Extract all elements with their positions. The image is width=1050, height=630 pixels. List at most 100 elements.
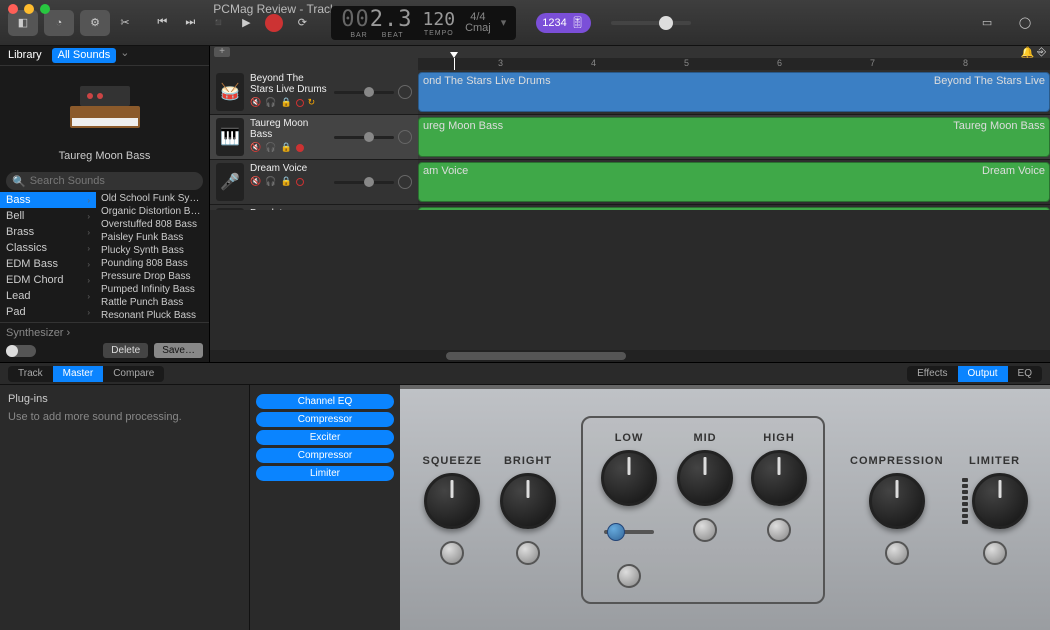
track-pan-knob[interactable] <box>398 130 412 144</box>
record-enable[interactable] <box>296 144 304 152</box>
tab-compare[interactable]: Compare <box>103 366 164 382</box>
horizontal-scrollbar[interactable] <box>418 350 1050 362</box>
category-item[interactable]: EDM Chord› <box>0 272 96 288</box>
track-row[interactable]: 🎹 Taureg Moon Bass 🔇 🎧 🔒 ureg Moon Bass <box>210 115 1050 160</box>
category-item[interactable]: Bass› <box>0 192 96 208</box>
tab-master[interactable]: Master <box>53 366 104 382</box>
eq-knob[interactable] <box>500 473 556 529</box>
sound-item[interactable]: Organic Distortion Bass <box>96 205 209 218</box>
breadcrumb[interactable]: Synthesizer › <box>6 327 203 339</box>
sounds-list[interactable]: Old School Funk Synth B…Organic Distorti… <box>96 192 209 322</box>
category-item[interactable]: EDM Bass› <box>0 256 96 272</box>
eq-bypass-switch[interactable] <box>440 541 464 565</box>
eq-knob[interactable] <box>972 473 1028 529</box>
mute-button[interactable]: 🔇 <box>250 97 261 108</box>
record-button[interactable] <box>265 14 283 32</box>
track-volume-slider[interactable] <box>334 181 394 184</box>
track-pan-knob[interactable] <box>398 175 412 189</box>
library-tab[interactable]: Library <box>0 46 50 65</box>
eq-knob[interactable] <box>751 450 807 506</box>
eq-knob[interactable] <box>677 450 733 506</box>
mute-button[interactable]: 🔇 <box>250 176 261 187</box>
sound-item[interactable]: Old School Funk Synth B… <box>96 192 209 205</box>
lock-button[interactable]: 🔒 <box>280 97 291 108</box>
eq-bypass-switch[interactable] <box>693 518 717 542</box>
track-pan-knob[interactable] <box>398 85 412 99</box>
category-item[interactable]: Bell› <box>0 208 96 224</box>
sound-item[interactable]: Pressure Drop Bass <box>96 270 209 283</box>
tab-eq[interactable]: EQ <box>1008 366 1042 382</box>
headphone-button[interactable]: 🎧 <box>265 176 276 187</box>
stop-button[interactable]: ◾ <box>209 14 227 32</box>
tab-effects[interactable]: Effects <box>907 366 957 382</box>
sound-item[interactable]: Paisley Funk Bass <box>96 231 209 244</box>
region[interactable]: ond The Stars Live Drums Beyond The Star… <box>418 72 1050 112</box>
compare-toggle[interactable] <box>6 345 36 357</box>
play-button[interactable]: ▶ <box>237 14 255 32</box>
plugin-slot[interactable]: Channel EQ <box>256 394 394 409</box>
tab-track[interactable]: Track <box>8 366 53 382</box>
eq-knob[interactable] <box>601 450 657 506</box>
automation-icon[interactable]: ⎆ <box>1037 46 1046 59</box>
smart-controls-button[interactable]: ⚙ <box>80 10 110 36</box>
sound-item[interactable]: Pumped Infinity Bass <box>96 283 209 296</box>
headphone-button[interactable]: 🎧 <box>265 97 276 108</box>
record-enable[interactable] <box>296 178 304 186</box>
eq-slider[interactable] <box>599 512 659 552</box>
sound-item[interactable]: Plucky Synth Bass <box>96 244 209 257</box>
track-row[interactable]: 🎤 Dream Voice 🔇 🎧 🔒 am Voice Dream Voic <box>210 160 1050 205</box>
window-traffic-lights[interactable] <box>8 4 50 14</box>
forward-button[interactable]: ⏭ <box>181 14 199 32</box>
category-list[interactable]: Bass›Bell›Brass›Classics›EDM Bass›EDM Ch… <box>0 192 96 322</box>
lcd-display[interactable]: 002.3 BARBEAT 120 TEMPO 4/4 Cmaj ▾ <box>331 6 516 40</box>
delete-button[interactable]: Delete <box>103 343 148 358</box>
inspector-tabs[interactable]: TrackMasterCompare <box>8 366 164 382</box>
plugin-slot[interactable]: Compressor <box>256 412 394 427</box>
eq-bypass-switch[interactable] <box>516 541 540 565</box>
horn-icon[interactable]: 🔔 <box>1020 46 1034 59</box>
lock-button[interactable]: 🔒 <box>280 142 291 153</box>
sound-item[interactable]: Pounding 808 Bass <box>96 257 209 270</box>
search-input[interactable]: 🔍 Search Sounds <box>6 172 203 190</box>
sound-item[interactable]: Resonant Pluck Bass <box>96 309 209 322</box>
region[interactable]: plets Droplets <box>418 207 1050 210</box>
save-button[interactable]: Save… <box>154 343 203 358</box>
plugin-slot[interactable]: Compressor <box>256 448 394 463</box>
eq-bypass-switch[interactable] <box>983 541 1007 565</box>
plugin-slot[interactable]: Limiter <box>256 466 394 481</box>
sound-item[interactable]: Overstuffed 808 Bass <box>96 218 209 231</box>
record-enable[interactable] <box>296 99 304 107</box>
view-tabs[interactable]: EffectsOutputEQ <box>907 366 1042 382</box>
master-volume-slider[interactable] <box>611 21 691 25</box>
count-in-button[interactable]: 1234🎚 <box>536 13 590 33</box>
headphone-button[interactable]: 🎧 <box>265 142 276 153</box>
track-volume-slider[interactable] <box>334 136 394 139</box>
lock-button[interactable]: 🔒 <box>280 176 291 187</box>
eq-knob[interactable] <box>424 473 480 529</box>
add-track-button[interactable]: + <box>214 47 230 57</box>
playhead[interactable] <box>454 58 455 70</box>
eq-bypass-switch[interactable] <box>617 564 641 588</box>
mute-button[interactable]: 🔇 <box>250 142 261 153</box>
loop-browser-button[interactable]: ◯ <box>1010 10 1040 36</box>
category-item[interactable]: Pad› <box>0 304 96 320</box>
category-item[interactable]: Lead› <box>0 288 96 304</box>
rewind-button[interactable]: ⏮ <box>153 14 171 32</box>
sound-item[interactable]: Rattle Punch Bass <box>96 296 209 309</box>
scissors-icon[interactable]: ✂ <box>116 10 134 36</box>
tab-output[interactable]: Output <box>958 366 1008 382</box>
eq-knob[interactable] <box>869 473 925 529</box>
region[interactable]: am Voice Dream Voice <box>418 162 1050 202</box>
track-row[interactable]: 🥁 Beyond The Stars Live Drums 🔇 🎧 🔒 ↻ on… <box>210 70 1050 115</box>
eq-bypass-switch[interactable] <box>885 541 909 565</box>
category-item[interactable]: Brass› <box>0 224 96 240</box>
eq-bypass-switch[interactable] <box>767 518 791 542</box>
timeline-ruler[interactable]: 345678 <box>418 58 1050 70</box>
track-volume-slider[interactable] <box>334 91 394 94</box>
category-item[interactable]: Classics› <box>0 240 96 256</box>
region[interactable]: ureg Moon Bass Taureg Moon Bass <box>418 117 1050 157</box>
cycle-button[interactable]: ⟳ <box>293 14 311 32</box>
notepad-button[interactable]: ▭ <box>972 10 1002 36</box>
plugin-slot[interactable]: Exciter <box>256 430 394 445</box>
all-sounds-tab[interactable]: All Sounds <box>52 48 117 63</box>
